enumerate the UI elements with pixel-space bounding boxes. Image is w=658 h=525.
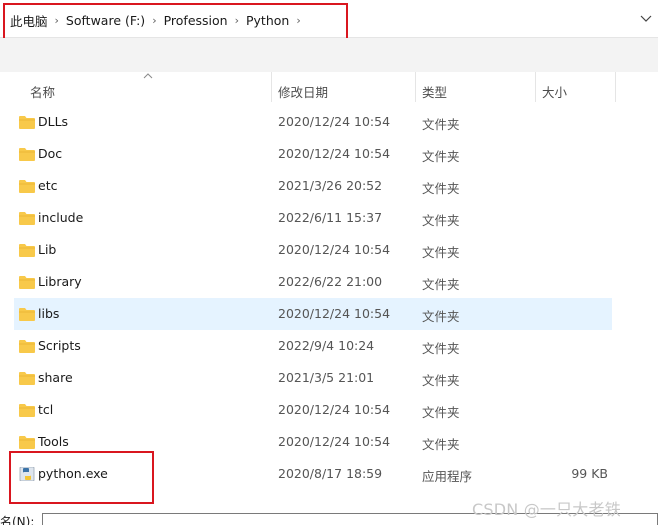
- chevron-down-icon[interactable]: [640, 12, 652, 24]
- breadcrumb-separator[interactable]: ›: [152, 14, 156, 27]
- address-bar[interactable]: 此电脑 › Software (F:) › Profession › Pytho…: [0, 0, 658, 38]
- file-type: 文件夹: [422, 341, 460, 356]
- file-date: 2020/12/24 10:54: [278, 402, 391, 417]
- file-date: 2020/12/24 10:54: [278, 306, 391, 321]
- file-date: 2020/12/24 10:54: [278, 242, 391, 257]
- file-name: libs: [38, 306, 60, 321]
- breadcrumb-separator[interactable]: ›: [55, 14, 59, 27]
- file-row-scripts[interactable]: Scripts 2022/9/4 10:24 文件夹: [14, 330, 612, 362]
- file-row-libs[interactable]: libs 2020/12/24 10:54 文件夹: [14, 298, 612, 330]
- file-date: 2022/9/4 10:24: [278, 338, 375, 353]
- filename-label: 名(N):: [0, 515, 35, 525]
- file-row-python-exe[interactable]: python.exe 2020/8/17 18:59 应用程序 99 KB: [14, 458, 612, 490]
- file-name: share: [38, 370, 73, 385]
- file-name: DLLs: [38, 114, 69, 129]
- file-date: 2021/3/5 21:01: [278, 370, 375, 385]
- file-type: 文件夹: [422, 213, 460, 228]
- file-date: 2020/8/17 18:59: [278, 466, 383, 481]
- file-name: python.exe: [38, 466, 108, 481]
- file-row-share[interactable]: share 2021/3/5 21:01 文件夹: [14, 362, 612, 394]
- file-type: 文件夹: [422, 405, 460, 420]
- file-type: 文件夹: [422, 245, 460, 260]
- watermark: CSDN @一只大老铁: [472, 500, 621, 519]
- file-row-tcl[interactable]: tcl 2020/12/24 10:54 文件夹: [14, 394, 612, 426]
- column-header-size[interactable]: 大小: [542, 82, 567, 101]
- file-name: Scripts: [38, 338, 81, 353]
- breadcrumb-item-this-pc[interactable]: 此电脑: [10, 11, 48, 30]
- file-row-library[interactable]: Library 2022/6/22 21:00 文件夹: [14, 266, 612, 298]
- file-type: 文件夹: [422, 309, 460, 324]
- file-row-include[interactable]: include 2022/6/11 15:37 文件夹: [14, 202, 612, 234]
- file-explorer-window: 此电脑 › Software (F:) › Profession › Pytho…: [0, 0, 658, 525]
- file-name: Tools: [38, 434, 69, 449]
- file-name: include: [38, 210, 84, 225]
- column-header-date[interactable]: 修改日期: [278, 82, 328, 101]
- column-divider[interactable]: [415, 72, 416, 102]
- python-exe-icon: [19, 467, 35, 481]
- file-name: tcl: [38, 402, 54, 417]
- breadcrumb-item-python[interactable]: Python: [246, 13, 289, 28]
- file-date: 2020/12/24 10:54: [278, 434, 391, 449]
- breadcrumb-item-profession[interactable]: Profession: [164, 13, 228, 28]
- file-row-dlls[interactable]: DLLs 2020/12/24 10:54 文件夹: [14, 106, 612, 138]
- file-date: 2022/6/11 15:37: [278, 210, 383, 225]
- folder-icon: [19, 116, 35, 129]
- breadcrumb: 此电脑 › Software (F:) › Profession › Pytho…: [10, 11, 308, 30]
- file-type: 文件夹: [422, 181, 460, 196]
- breadcrumb-separator[interactable]: ›: [296, 14, 300, 27]
- file-type: 应用程序: [422, 469, 473, 484]
- column-header-type[interactable]: 类型: [422, 82, 447, 101]
- file-type: 文件夹: [422, 373, 460, 388]
- folder-icon: [19, 340, 35, 353]
- file-name: Doc: [38, 146, 63, 161]
- file-name: Library: [38, 274, 82, 289]
- file-type: 文件夹: [422, 277, 460, 292]
- column-divider[interactable]: [271, 72, 272, 102]
- folder-icon: [19, 308, 35, 321]
- folder-icon: [19, 212, 35, 225]
- file-row-doc[interactable]: Doc 2020/12/24 10:54 文件夹: [14, 138, 612, 170]
- file-row-tools[interactable]: Tools 2020/12/24 10:54 文件夹: [14, 426, 612, 458]
- folder-icon: [19, 180, 35, 193]
- file-type: 文件夹: [422, 149, 460, 164]
- folder-icon: [19, 276, 35, 289]
- column-header: 名称 修改日期 类型 大小: [0, 72, 658, 106]
- file-type: 文件夹: [422, 117, 460, 132]
- folder-icon: [19, 148, 35, 161]
- file-name: etc: [38, 178, 58, 193]
- file-date: 2022/6/22 21:00: [278, 274, 383, 289]
- file-name: Lib: [38, 242, 57, 257]
- file-date: 2020/12/24 10:54: [278, 114, 391, 129]
- folder-icon: [19, 372, 35, 385]
- toolbar-strip: [0, 38, 658, 72]
- file-date: 2020/12/24 10:54: [278, 146, 391, 161]
- sort-ascending-icon: [143, 73, 153, 79]
- folder-icon: [19, 436, 35, 449]
- file-row-etc[interactable]: etc 2021/3/26 20:52 文件夹: [14, 170, 612, 202]
- folder-icon: [19, 244, 35, 257]
- column-divider[interactable]: [535, 72, 536, 102]
- file-type: 文件夹: [422, 437, 460, 452]
- folder-icon: [19, 404, 35, 417]
- file-size: 99 KB: [571, 466, 608, 481]
- file-row-lib[interactable]: Lib 2020/12/24 10:54 文件夹: [14, 234, 612, 266]
- file-date: 2021/3/26 20:52: [278, 178, 383, 193]
- column-header-name[interactable]: 名称: [30, 82, 55, 101]
- column-divider[interactable]: [615, 72, 616, 102]
- breadcrumb-item-software-drive[interactable]: Software (F:): [66, 13, 145, 28]
- breadcrumb-separator[interactable]: ›: [235, 14, 239, 27]
